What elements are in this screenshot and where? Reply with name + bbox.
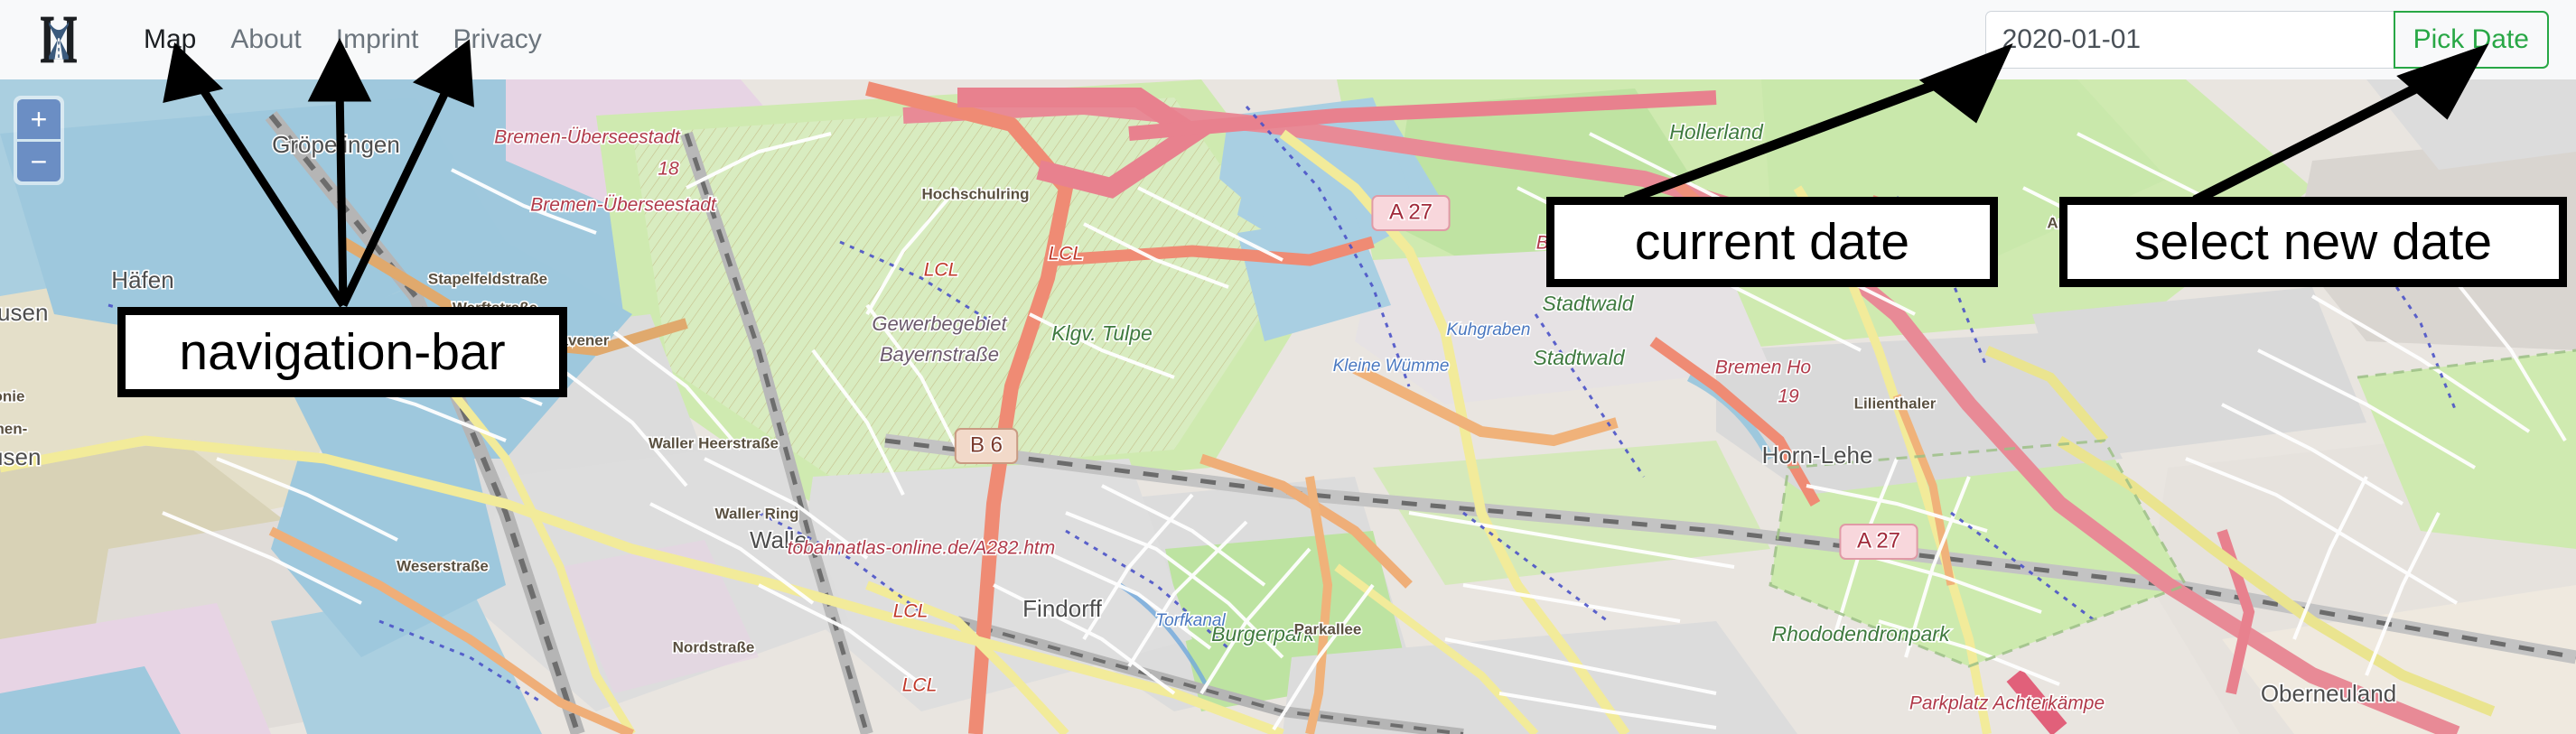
map-label: Nordstraße [673, 638, 755, 655]
map-label: LCL [1049, 244, 1084, 265]
nav-link-about[interactable]: About [213, 24, 318, 55]
pick-date-button[interactable]: Pick Date [2393, 11, 2549, 69]
navigation-bar: Map About Imprint Privacy Pick Date [0, 0, 2576, 79]
map-label: Hochschulring [921, 185, 1029, 202]
date-input[interactable] [1984, 11, 2394, 69]
application-window: Gröpelingen Hollerland Bremen-Überseestadt… [0, 0, 2576, 734]
map-zoom-controls[interactable]: + − [14, 96, 64, 185]
map-label: Stapelfeldstraße [428, 270, 547, 287]
map-label: A 27 [1389, 200, 1433, 224]
highway-h-logo-icon[interactable] [31, 12, 87, 68]
map-label: tobahnatlas-online.de/A282.htm [788, 538, 1056, 559]
map-label: Parkplatz Achterkämpe [1909, 693, 2105, 714]
zoom-in-button[interactable]: + [17, 99, 61, 139]
map-label: 19 [1778, 386, 1799, 407]
map-viewport[interactable]: Gröpelingen Hollerland Bremen-Überseestadt… [0, 79, 2576, 734]
map-label: Bayernstraße [880, 343, 999, 366]
map-label: Rhododendronpark [1772, 622, 1951, 646]
map-label: Oberneuland [2261, 680, 2396, 707]
map-label: Werftstraße [453, 299, 537, 316]
map-label: Bremerhavener [497, 331, 610, 348]
map-label: 18 [658, 159, 679, 180]
map-label: Häfen [111, 266, 173, 293]
map-label: Kleine Wümme [1333, 357, 1450, 376]
map-label: B 6 [970, 432, 1003, 457]
map-label: Gröpelingen [272, 131, 400, 158]
map-label: Waller Ring [715, 505, 799, 522]
map-label: Amtsl [2047, 214, 2089, 231]
nav-link-privacy[interactable]: Privacy [435, 24, 558, 55]
map-label: LCL [924, 260, 959, 281]
map-label: LCL [893, 601, 929, 622]
map-label: Bremen-Horn/Lehe [1536, 233, 1698, 254]
map-label: Klgv. Tulpe [1051, 321, 1153, 345]
map-label: LCL [902, 675, 938, 696]
map-label: Hollerland [1669, 120, 1764, 144]
map-label: ausen [0, 299, 48, 326]
map-label: Stadtwald [1542, 292, 1634, 315]
map-label: Torfkanal [1155, 611, 1226, 630]
nav-link-list: Map About Imprint Privacy [126, 24, 559, 55]
map-label: A 27 [1857, 528, 1900, 553]
map-label: onie [0, 387, 24, 404]
openstreetmap-canvas[interactable]: Gröpelingen Hollerland Bremen-Überseestadt… [0, 79, 2576, 734]
map-label: Gewerbegebiet [872, 312, 1007, 335]
map-label: Bremen-Überseestadt [530, 195, 717, 216]
map-label: Findorff [1022, 595, 1102, 622]
map-label: Stadtwald [1533, 346, 1625, 369]
map-label: Parkallee [1294, 620, 1362, 637]
map-label: Horn-Lehe [1762, 441, 1873, 469]
map-label: Kuhgraben [1447, 321, 1531, 339]
zoom-out-button[interactable]: − [17, 142, 61, 181]
date-picker-form: Pick Date [1984, 11, 2549, 69]
map-label: ausen [0, 443, 41, 470]
map-label: Waller Heerstraße [649, 434, 779, 451]
map-label: men- [0, 420, 27, 437]
map-label: Bremen-Überseestadt [494, 127, 681, 148]
nav-link-imprint[interactable]: Imprint [319, 24, 436, 55]
map-label: Lilienthaler [1854, 395, 1937, 412]
nav-link-map[interactable]: Map [126, 24, 213, 55]
map-label: Weserstraße [397, 557, 489, 574]
map-label: Bremen Ho [1715, 358, 1812, 378]
